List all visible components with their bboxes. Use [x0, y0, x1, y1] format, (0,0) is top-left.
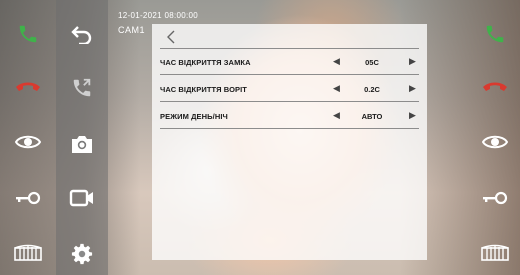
settings-panel: ЧАС ВІДКРИТТЯ ЗАМКА ◀ 05С ▶ ЧАС ВІДКРИТТ…: [152, 24, 427, 260]
panel-back-button[interactable]: [166, 30, 180, 44]
setting-row-gate-time: ЧАС ВІДКРИТТЯ ВОРІТ ◀ 0.2С ▶: [160, 77, 419, 102]
gate-icon: [13, 244, 42, 261]
call-transfer-button[interactable]: [56, 68, 108, 108]
panel-divider: [160, 48, 419, 49]
gate-icon: [481, 244, 509, 261]
answer-call-button[interactable]: [0, 14, 55, 54]
camera-label: CAM1: [118, 25, 146, 35]
settings-button[interactable]: [56, 234, 108, 274]
open-gate-button-right[interactable]: [470, 232, 520, 272]
back-button[interactable]: [56, 14, 108, 54]
setting-value: АВТО: [361, 112, 383, 121]
eye-icon: [14, 135, 41, 149]
key-icon: [15, 191, 40, 205]
increase-arrow-icon[interactable]: ▶: [409, 83, 416, 94]
video-record-icon: [69, 189, 93, 207]
phone-hangup-icon: [15, 82, 40, 91]
setting-value: 05С: [365, 58, 379, 67]
setting-label: ЧАС ВІДКРИТТЯ ВОРІТ: [160, 85, 247, 94]
setting-label: ЧАС ВІДКРИТТЯ ЗАМКА: [160, 58, 251, 67]
right-control-column: [470, 0, 520, 275]
video-record-button[interactable]: [56, 178, 108, 218]
increase-arrow-icon[interactable]: ▶: [409, 56, 416, 67]
snapshot-button[interactable]: [56, 124, 108, 164]
monitor-button[interactable]: [0, 122, 55, 162]
settings-gear-icon: [71, 243, 93, 265]
monitor-button-right[interactable]: [470, 122, 520, 162]
left-control-column: [0, 0, 55, 275]
setting-row-lock-time: ЧАС ВІДКРИТТЯ ЗАМКА ◀ 05С ▶: [160, 50, 419, 75]
unlock-button-right[interactable]: [470, 178, 520, 218]
unlock-button[interactable]: [0, 178, 55, 218]
phone-answer-icon: [486, 25, 504, 43]
back-arrow-icon: [71, 26, 92, 44]
eye-icon: [482, 135, 508, 149]
hangup-button[interactable]: [0, 66, 55, 106]
timestamp: 12-01-2021 08:00:00: [118, 11, 198, 20]
camera-icon: [72, 136, 92, 153]
setting-label: РЕЖИМ ДЕНЬ/НІЧ: [160, 112, 228, 121]
hangup-button-right[interactable]: [470, 66, 520, 106]
decrease-arrow-icon[interactable]: ◀: [333, 110, 340, 121]
increase-arrow-icon[interactable]: ▶: [409, 110, 416, 121]
call-transfer-icon: [73, 78, 91, 97]
chevron-left-icon: [167, 30, 175, 44]
setting-row-day-night: РЕЖИМ ДЕНЬ/НІЧ ◀ АВТО ▶: [160, 104, 419, 129]
phone-hangup-icon: [483, 82, 507, 91]
tools-column: [56, 0, 108, 275]
decrease-arrow-icon[interactable]: ◀: [333, 83, 340, 94]
open-gate-button[interactable]: [0, 232, 55, 272]
decrease-arrow-icon[interactable]: ◀: [333, 56, 340, 67]
answer-call-button-right[interactable]: [470, 14, 520, 54]
key-icon: [483, 191, 508, 205]
phone-answer-icon: [19, 25, 36, 43]
setting-value: 0.2С: [364, 85, 380, 94]
